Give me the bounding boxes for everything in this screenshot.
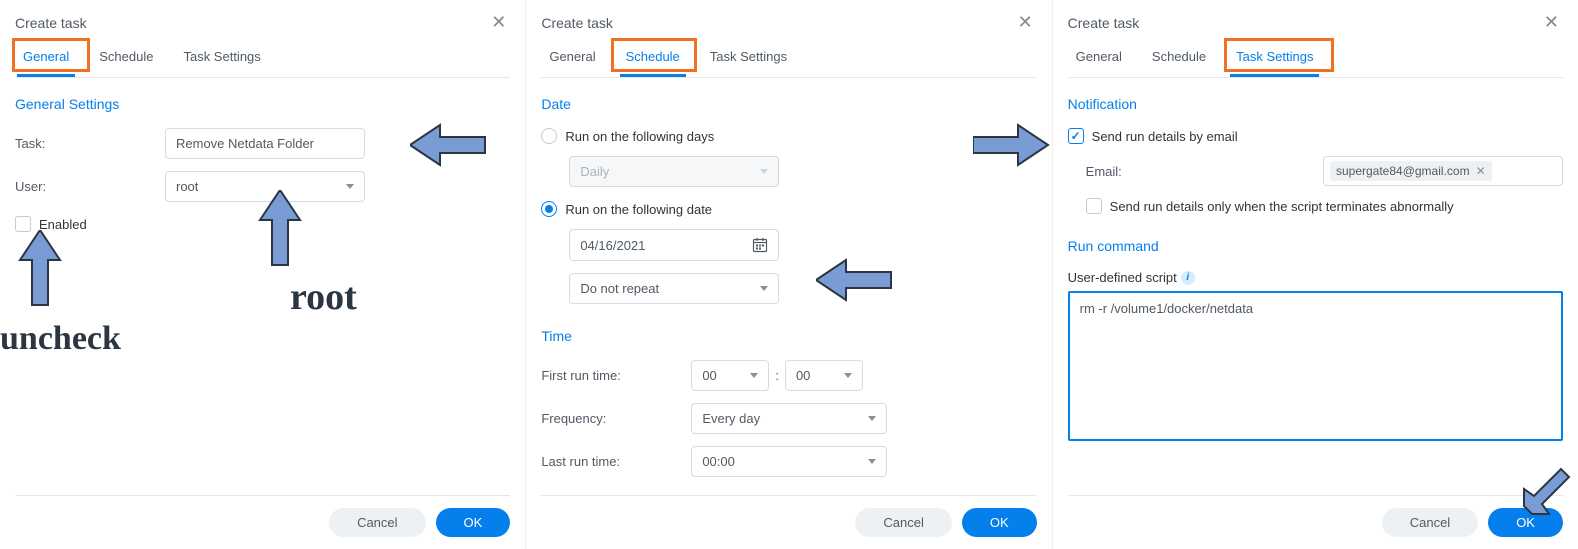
tab-general[interactable]: General — [17, 41, 75, 77]
send-email-label: Send run details by email — [1092, 129, 1238, 144]
email-label: Email: — [1068, 164, 1128, 179]
chevron-down-icon — [760, 286, 768, 291]
section-general-settings: General Settings — [15, 96, 510, 112]
run-date-label: Run on the following date — [565, 202, 712, 217]
chevron-down-icon — [346, 184, 354, 189]
run-date-radio[interactable] — [541, 201, 557, 217]
repeat-select[interactable]: Do not repeat — [569, 273, 779, 304]
arrow-annotation — [10, 230, 70, 310]
section-notification: Notification — [1068, 96, 1563, 112]
script-label: User-defined script — [1068, 270, 1177, 285]
section-time: Time — [541, 328, 1036, 344]
ok-button[interactable]: OK — [436, 508, 511, 537]
user-select[interactable]: root — [165, 171, 365, 202]
abnormal-only-label: Send run details only when the script te… — [1110, 199, 1454, 214]
tab-task-settings[interactable]: Task Settings — [177, 41, 266, 77]
annotation-text-uncheck: uncheck — [0, 320, 121, 358]
close-icon[interactable]: ✕ — [1540, 12, 1563, 33]
email-tag: supergate84@gmail.com ✕ — [1330, 161, 1492, 181]
frequency-label: Frequency: — [541, 411, 691, 426]
ok-button[interactable]: OK — [1488, 508, 1563, 537]
section-run-command: Run command — [1068, 238, 1563, 254]
run-days-radio[interactable] — [541, 128, 557, 144]
first-run-min-select[interactable]: 00 — [785, 360, 863, 391]
days-select: Daily — [569, 156, 779, 187]
dialog-title: Create task — [541, 15, 613, 31]
user-select-value: root — [176, 179, 198, 194]
dialog-title: Create task — [1068, 15, 1140, 31]
tab-task-settings[interactable]: Task Settings — [1230, 41, 1319, 77]
repeat-value: Do not repeat — [580, 281, 659, 296]
enabled-label: Enabled — [39, 217, 87, 232]
pane-task-settings: Create task ✕ General Schedule Task Sett… — [1053, 0, 1578, 549]
chevron-down-icon — [844, 373, 852, 378]
info-icon[interactable]: i — [1181, 271, 1195, 285]
remove-tag-icon[interactable]: ✕ — [1476, 164, 1486, 178]
first-run-label: First run time: — [541, 368, 691, 383]
abnormal-only-checkbox[interactable] — [1086, 198, 1102, 214]
chevron-down-icon — [750, 373, 758, 378]
chevron-down-icon — [868, 416, 876, 421]
email-input[interactable]: supergate84@gmail.com ✕ — [1323, 156, 1563, 186]
tab-bar: General Schedule Task Settings — [15, 41, 510, 78]
user-label: User: — [15, 179, 165, 194]
date-input[interactable]: 04/16/2021 — [569, 229, 779, 261]
time-colon: : — [775, 368, 779, 383]
pane-general: Create task ✕ General Schedule Task Sett… — [0, 0, 526, 549]
cancel-button[interactable]: Cancel — [1382, 508, 1478, 537]
pane-schedule: Create task ✕ General Schedule Task Sett… — [526, 0, 1052, 549]
ok-button[interactable]: OK — [962, 508, 1037, 537]
close-icon[interactable]: ✕ — [487, 12, 510, 33]
tab-bar: General Schedule Task Settings — [541, 41, 1036, 78]
days-select-value: Daily — [580, 164, 609, 179]
frequency-select[interactable]: Every day — [691, 403, 887, 434]
tab-general[interactable]: General — [543, 41, 601, 77]
cancel-button[interactable]: Cancel — [329, 508, 425, 537]
tab-schedule[interactable]: Schedule — [1146, 41, 1212, 77]
last-run-label: Last run time: — [541, 454, 691, 469]
tab-task-settings[interactable]: Task Settings — [704, 41, 793, 77]
send-email-checkbox[interactable] — [1068, 128, 1084, 144]
run-days-label: Run on the following days — [565, 129, 714, 144]
close-icon[interactable]: ✕ — [1014, 12, 1037, 33]
tab-schedule[interactable]: Schedule — [620, 41, 686, 77]
annotation-text-root: root — [290, 275, 357, 319]
chevron-down-icon — [868, 459, 876, 464]
first-run-hour-select[interactable]: 00 — [691, 360, 769, 391]
task-input[interactable] — [165, 128, 365, 159]
last-run-select[interactable]: 00:00 — [691, 446, 887, 477]
date-value: 04/16/2021 — [580, 238, 645, 253]
dialog-title: Create task — [15, 15, 87, 31]
calendar-icon — [752, 237, 768, 253]
chevron-down-icon — [760, 169, 768, 174]
section-date: Date — [541, 96, 1036, 112]
script-textarea[interactable] — [1068, 291, 1563, 441]
tab-bar: General Schedule Task Settings — [1068, 41, 1563, 78]
tab-general[interactable]: General — [1070, 41, 1128, 77]
cancel-button[interactable]: Cancel — [855, 508, 951, 537]
enabled-checkbox[interactable] — [15, 216, 31, 232]
task-label: Task: — [15, 136, 165, 151]
tab-schedule[interactable]: Schedule — [93, 41, 159, 77]
